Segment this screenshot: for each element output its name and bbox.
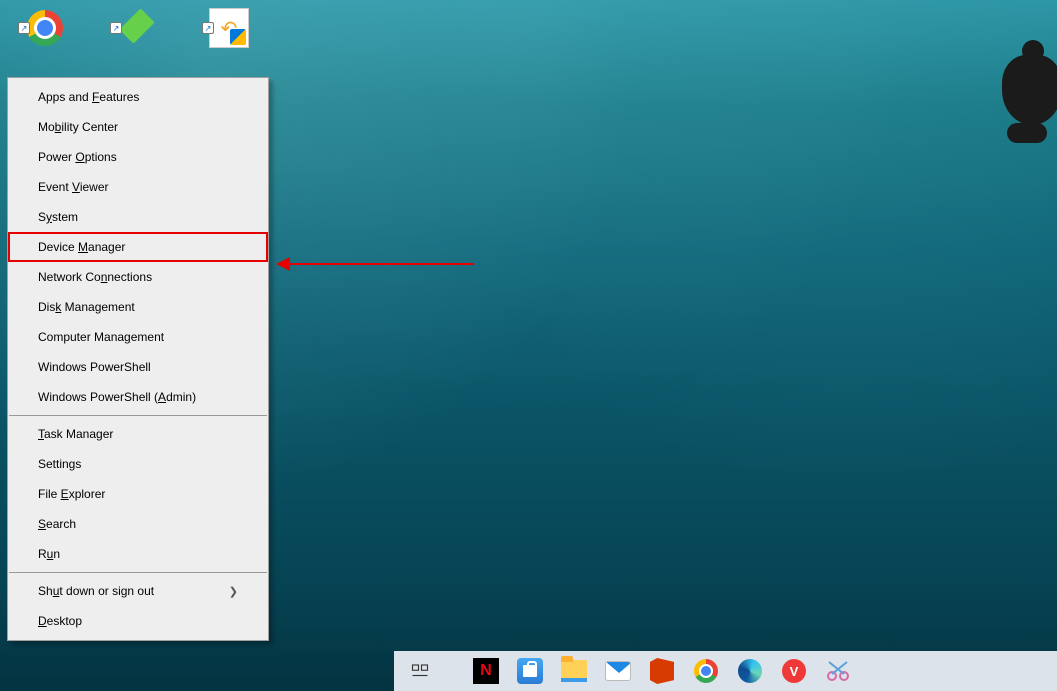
menu-item-power-options[interactable]: Power Options (8, 142, 268, 172)
winx-context-menu: Apps and Features Mobility Center Power … (7, 77, 269, 641)
menu-item-device-manager[interactable]: Device Manager (8, 232, 268, 262)
menu-item-event-viewer[interactable]: Event Viewer (8, 172, 268, 202)
chrome-shortcut[interactable]: ↗ (18, 8, 72, 48)
menu-item-settings[interactable]: Settings (8, 449, 268, 479)
microsoft-store-app[interactable] (514, 655, 546, 687)
office-app[interactable] (646, 655, 678, 687)
folder-icon (561, 660, 587, 682)
stellar-shortcut[interactable]: ↶ ↗ (202, 8, 256, 48)
shortcut-overlay-icon: ↗ (110, 22, 122, 34)
chrome-icon (694, 659, 718, 683)
menu-item-task-manager[interactable]: Task Manager (8, 419, 268, 449)
mail-app[interactable] (602, 655, 634, 687)
shortcut-overlay-icon: ↗ (18, 22, 30, 34)
chevron-right-icon: ❯ (229, 585, 238, 598)
menu-item-powershell[interactable]: Windows PowerShell (8, 352, 268, 382)
menu-item-apps-features[interactable]: Apps and Features (8, 82, 268, 112)
netflix-icon: N (473, 658, 499, 684)
chrome-app[interactable] (690, 655, 722, 687)
snip-icon (825, 660, 851, 682)
menu-item-shutdown-signout[interactable]: Shut down or sign out❯ (8, 576, 268, 606)
menu-item-mobility-center[interactable]: Mobility Center (8, 112, 268, 142)
store-icon (517, 658, 543, 684)
edge-icon (738, 659, 762, 683)
file-explorer-app[interactable] (558, 655, 590, 687)
desktop-icons: ↗ ↗ ↶ ↗ (18, 8, 256, 48)
mail-icon (605, 661, 631, 681)
task-view-icon (411, 662, 429, 680)
taskbar: N (394, 651, 1057, 691)
menu-item-run[interactable]: Run (8, 539, 268, 569)
menu-item-file-explorer[interactable]: File Explorer (8, 479, 268, 509)
vivaldi-icon (782, 659, 806, 683)
vivaldi-app[interactable] (778, 655, 810, 687)
menu-item-search[interactable]: Search (8, 509, 268, 539)
menu-item-computer-management[interactable]: Computer Management (8, 322, 268, 352)
menu-item-powershell-admin[interactable]: Windows PowerShell (Admin) (8, 382, 268, 412)
wallpaper-diver (1002, 55, 1057, 125)
edge-app[interactable] (734, 655, 766, 687)
menu-item-system[interactable]: System (8, 202, 268, 232)
shortcut-overlay-icon: ↗ (202, 22, 214, 34)
menu-item-disk-management[interactable]: Disk Management (8, 292, 268, 322)
sims-icon (119, 8, 154, 43)
task-view-button[interactable] (404, 655, 436, 687)
menu-separator (9, 415, 267, 416)
menu-item-network-connections[interactable]: Network Connections (8, 262, 268, 292)
office-icon (650, 658, 674, 684)
netflix-app[interactable]: N (470, 655, 502, 687)
menu-item-desktop[interactable]: Desktop (8, 606, 268, 636)
sims-shortcut[interactable]: ↗ (110, 8, 164, 48)
chrome-icon (27, 10, 63, 46)
snip-sketch-app[interactable] (822, 655, 854, 687)
stellar-icon: ↶ (209, 8, 249, 48)
menu-separator (9, 572, 267, 573)
